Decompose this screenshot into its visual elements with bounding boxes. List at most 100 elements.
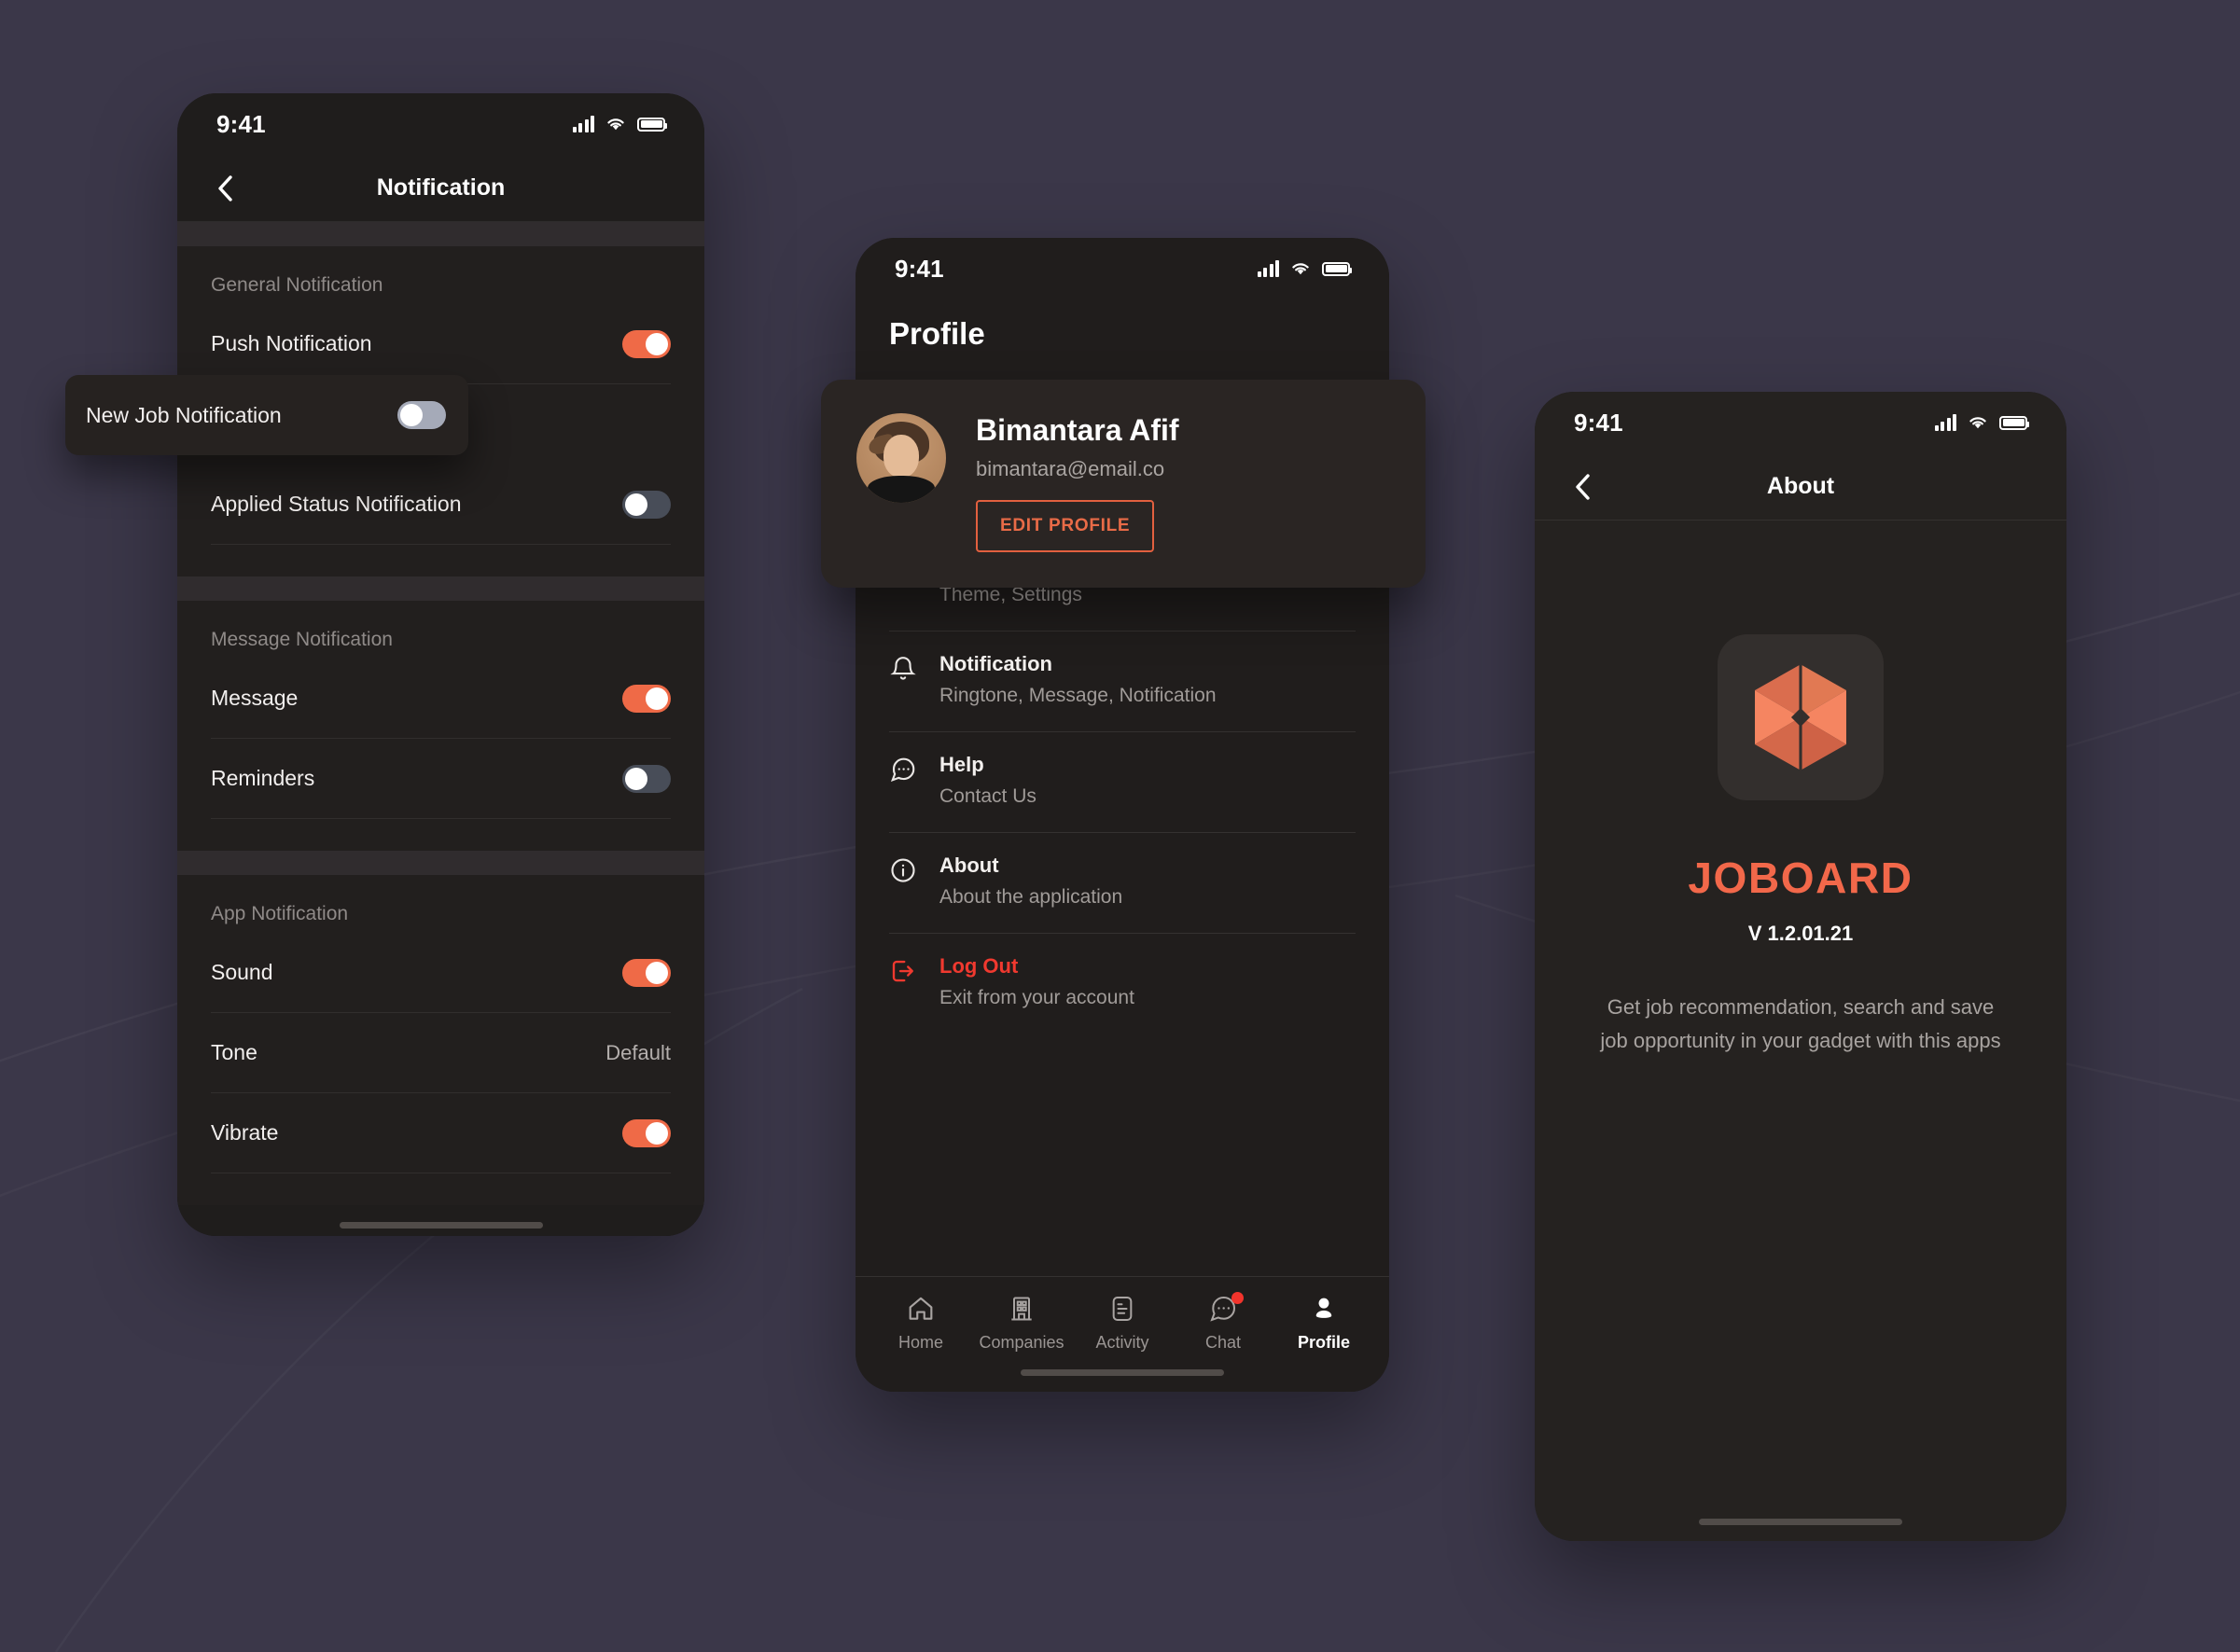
menu-item-about[interactable]: About About the application xyxy=(889,833,1356,934)
status-bar: 9:41 xyxy=(1535,392,2066,453)
avatar xyxy=(856,413,946,503)
tab-profile[interactable]: Profile xyxy=(1283,1294,1365,1353)
section-heading: General Notification xyxy=(211,274,383,296)
group-bottom-padding xyxy=(211,545,671,576)
toggle-reminders[interactable] xyxy=(622,764,671,793)
menu-item-subtitle: Ringtone, Message, Notification xyxy=(939,685,1217,706)
setting-label: Sound xyxy=(211,960,273,984)
setting-row-applied-status-notification[interactable]: Applied Status Notification xyxy=(211,465,671,545)
cellular-signal-icon xyxy=(1257,260,1279,277)
status-time: 9:41 xyxy=(216,109,266,138)
menu-item-text: Help Contact Us xyxy=(939,753,1037,808)
setting-row-vibrate[interactable]: Vibrate xyxy=(211,1093,671,1173)
battery-icon xyxy=(637,117,667,132)
menu-item-title: About xyxy=(939,854,999,877)
home-indicator[interactable] xyxy=(177,1205,704,1236)
person-icon xyxy=(1315,1298,1332,1318)
menu-item-text: Log Out Exit from your account xyxy=(939,954,1134,1009)
page-title: Notification xyxy=(376,174,506,201)
toggle-vibrate[interactable] xyxy=(622,1118,671,1147)
tab-chat[interactable]: Chat xyxy=(1182,1292,1264,1353)
menu-item-notification[interactable]: Notification Ringtone, Message, Notifica… xyxy=(889,632,1356,732)
toggle-applied-status-notification[interactable] xyxy=(622,490,671,519)
about-navbar: About xyxy=(1535,453,2066,521)
profile-header: Profile xyxy=(856,299,1389,393)
bell-icon xyxy=(889,652,919,707)
home-indicator[interactable] xyxy=(856,1353,1389,1392)
menu-item-title: Help xyxy=(939,753,984,776)
home-indicator[interactable] xyxy=(1535,1502,2066,1541)
toggle-push-notification[interactable] xyxy=(622,329,671,358)
home-indicator-area xyxy=(177,1205,704,1236)
tab-label: Activity xyxy=(1095,1333,1149,1352)
chat-unread-badge xyxy=(1231,1292,1244,1304)
setting-row-message[interactable]: Message xyxy=(211,659,671,739)
status-icons xyxy=(1934,414,2029,431)
app-version: V 1.2.01.21 xyxy=(1747,922,1854,945)
floating-row-new-job-notification[interactable]: New Job Notification xyxy=(65,375,468,455)
status-bar: 9:41 xyxy=(856,238,1389,299)
back-button[interactable] xyxy=(1566,471,1598,503)
toggle-message[interactable] xyxy=(622,684,671,713)
setting-row-push-notification[interactable]: Push Notification xyxy=(211,304,671,384)
document-icon xyxy=(1112,1297,1133,1321)
tab-label: Chat xyxy=(1204,1333,1242,1352)
notification-screen: 9:41 Notification General Notification P… xyxy=(177,93,704,1236)
profile-email: bimantara@email.co xyxy=(976,457,1165,480)
menu-item-text: About About the application xyxy=(939,854,1122,909)
brand-name: JOBOARD xyxy=(1688,854,1913,902)
section-app-notification: App Notification Sound Tone Default Vibr… xyxy=(177,875,704,1205)
menu-item-text: Notification Ringtone, Message, Notifica… xyxy=(939,652,1217,707)
section-divider xyxy=(177,851,704,875)
tab-label: Home xyxy=(897,1333,943,1352)
section-heading: App Notification xyxy=(211,903,349,924)
group-bottom-padding xyxy=(211,819,671,851)
page-title: About xyxy=(1766,473,1835,499)
profile-meta: Bimantara Afif bimantara@email.co EDIT P… xyxy=(976,413,1179,552)
section-divider xyxy=(177,576,704,601)
setting-label: Push Notification xyxy=(211,331,372,355)
bottom-tab-bar: Home Companies Activity Chat Profile xyxy=(856,1276,1389,1353)
status-icons xyxy=(572,116,667,132)
wifi-icon xyxy=(1969,417,1986,429)
wifi-icon xyxy=(1292,263,1309,275)
chat-dots-icon xyxy=(889,753,919,808)
wifi-icon xyxy=(607,118,624,131)
app-description: Get job recommendation, search and save … xyxy=(1600,995,2001,1052)
notification-navbar: Notification xyxy=(177,155,704,222)
toggle-new-job-notification[interactable] xyxy=(397,401,446,429)
cellular-signal-icon xyxy=(572,116,594,132)
setting-label: Vibrate xyxy=(211,1120,279,1145)
phone-about-screen: 9:41 About JOBOARD V 1.2.01.21 Get job r… xyxy=(1535,392,2066,1541)
back-button[interactable] xyxy=(209,173,241,204)
setting-row-sound[interactable]: Sound xyxy=(211,933,671,1013)
profile-user-card: Bimantara Afif bimantara@email.co EDIT P… xyxy=(821,380,1426,588)
tab-label: Profile xyxy=(1297,1333,1350,1352)
menu-item-subtitle: About the application xyxy=(939,886,1123,908)
setting-label: Tone xyxy=(211,1040,257,1064)
logout-icon xyxy=(889,954,919,1009)
tab-companies[interactable]: Companies xyxy=(979,1294,1064,1353)
tab-activity[interactable]: Activity xyxy=(1081,1294,1163,1353)
battery-icon xyxy=(1999,415,2029,430)
edit-profile-button[interactable]: EDIT PROFILE xyxy=(976,500,1155,552)
about-screen: 9:41 About JOBOARD V 1.2.01.21 Get job r… xyxy=(1535,392,2066,1541)
tab-label: Companies xyxy=(979,1333,1064,1352)
status-icons xyxy=(1257,260,1352,277)
setting-label: Reminders xyxy=(211,766,315,790)
setting-value-tone: Default xyxy=(605,1040,671,1064)
menu-item-log-out[interactable]: Log Out Exit from your account xyxy=(889,934,1356,1034)
section-divider xyxy=(177,222,704,246)
menu-item-help[interactable]: Help Contact Us xyxy=(889,732,1356,833)
app-logo-tile xyxy=(1718,634,1884,800)
setting-row-tone[interactable]: Tone Default xyxy=(211,1013,671,1093)
toggle-sound[interactable] xyxy=(622,958,671,987)
section-message-notification: Message Notification Message Reminders xyxy=(177,601,704,851)
group-bottom-padding xyxy=(211,1173,671,1205)
menu-item-subtitle: Contact Us xyxy=(939,785,1037,807)
setting-row-reminders[interactable]: Reminders xyxy=(211,739,671,819)
home-icon xyxy=(909,1297,933,1320)
setting-label: Message xyxy=(211,686,299,710)
tab-home[interactable]: Home xyxy=(880,1294,962,1353)
phone-notification-screen: 9:41 Notification General Notification P… xyxy=(177,93,704,1236)
